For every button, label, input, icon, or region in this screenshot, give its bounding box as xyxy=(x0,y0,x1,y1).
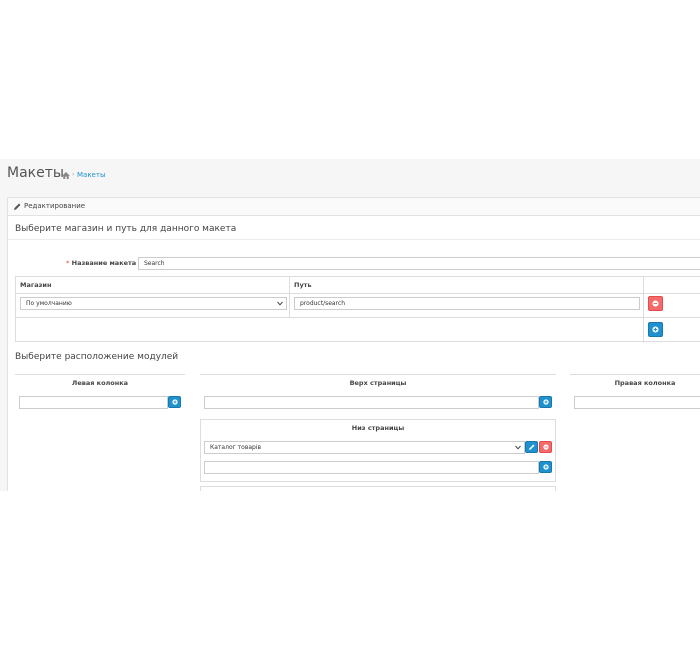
pencil-icon xyxy=(528,444,535,450)
store-route-table: Магазин Путь По умолчанию product/search xyxy=(15,276,700,343)
minus-circle-icon xyxy=(652,300,659,307)
store-select-value: По умолчанию xyxy=(26,300,72,307)
store-section-title: Выберите магазин и путь для данного маке… xyxy=(15,224,237,234)
table-divider xyxy=(16,317,700,318)
plus-circle-icon xyxy=(652,326,659,333)
home-icon[interactable] xyxy=(62,172,70,179)
panel-heading: Редактирование xyxy=(8,198,700,216)
store-select[interactable]: По умолчанию xyxy=(20,297,287,310)
table-header-store: Магазин xyxy=(20,281,52,289)
chevron-down-icon xyxy=(515,445,521,450)
page-title: Макеты xyxy=(7,165,64,181)
left-column-add-button[interactable] xyxy=(168,396,181,408)
breadcrumb-separator: › xyxy=(72,171,75,178)
route-input[interactable]: product/search xyxy=(294,297,640,310)
bottom-column-select[interactable] xyxy=(204,461,539,474)
edit-panel: Редактирование Выберите магазин и путь д… xyxy=(7,197,700,491)
bottom-column-add-button[interactable] xyxy=(539,461,552,473)
plus-circle-icon xyxy=(171,399,178,405)
bottom-module-select-value: Каталог товарів xyxy=(210,444,262,451)
pencil-icon xyxy=(14,203,21,210)
remove-route-button[interactable] xyxy=(648,296,663,311)
breadcrumb-item-layouts[interactable]: Макеты xyxy=(77,171,105,179)
table-header-route: Путь xyxy=(294,281,312,289)
table-divider xyxy=(643,277,644,343)
bottom-module-select[interactable]: Каталог товарів xyxy=(204,441,525,454)
modules-section-title: Выберите расположение модулей xyxy=(15,352,179,362)
top-column-select[interactable] xyxy=(204,396,539,409)
right-column-label: Правая колонка xyxy=(614,379,676,387)
layout-name-label: * Название макета xyxy=(66,259,136,267)
minus-circle-icon xyxy=(542,444,549,450)
right-column-select[interactable] xyxy=(574,396,700,409)
section-divider xyxy=(8,239,700,240)
table-divider xyxy=(289,277,290,317)
right-column-header-line xyxy=(570,374,700,375)
bottom-column-header: Низ страницы xyxy=(200,419,556,437)
chevron-down-icon xyxy=(277,301,283,306)
page-header: Макеты › Макеты xyxy=(0,159,700,189)
panel-title: Редактирование xyxy=(24,202,86,210)
left-column-header-line xyxy=(15,374,185,375)
layout-name-label-text: Название макета xyxy=(71,259,137,267)
edit-module-button[interactable] xyxy=(525,441,538,453)
table-divider xyxy=(16,293,700,294)
add-route-button[interactable] xyxy=(648,322,663,337)
top-column-add-button[interactable] xyxy=(539,396,552,408)
plus-circle-icon xyxy=(542,464,549,470)
plus-circle-icon xyxy=(542,399,549,405)
left-column-select[interactable] xyxy=(19,396,168,409)
top-column-header-line xyxy=(200,374,556,375)
remove-module-button[interactable] xyxy=(539,441,552,453)
top-column-label: Верх страницы xyxy=(349,379,407,387)
content-area-box xyxy=(200,486,556,491)
layout-name-input[interactable]: Search xyxy=(138,257,700,270)
left-column-label: Левая колонка xyxy=(71,379,129,387)
layout-edit-screen: Макеты › Макеты Редактирование Выберите … xyxy=(0,159,700,491)
bottom-column-label: Низ страницы xyxy=(351,424,405,432)
